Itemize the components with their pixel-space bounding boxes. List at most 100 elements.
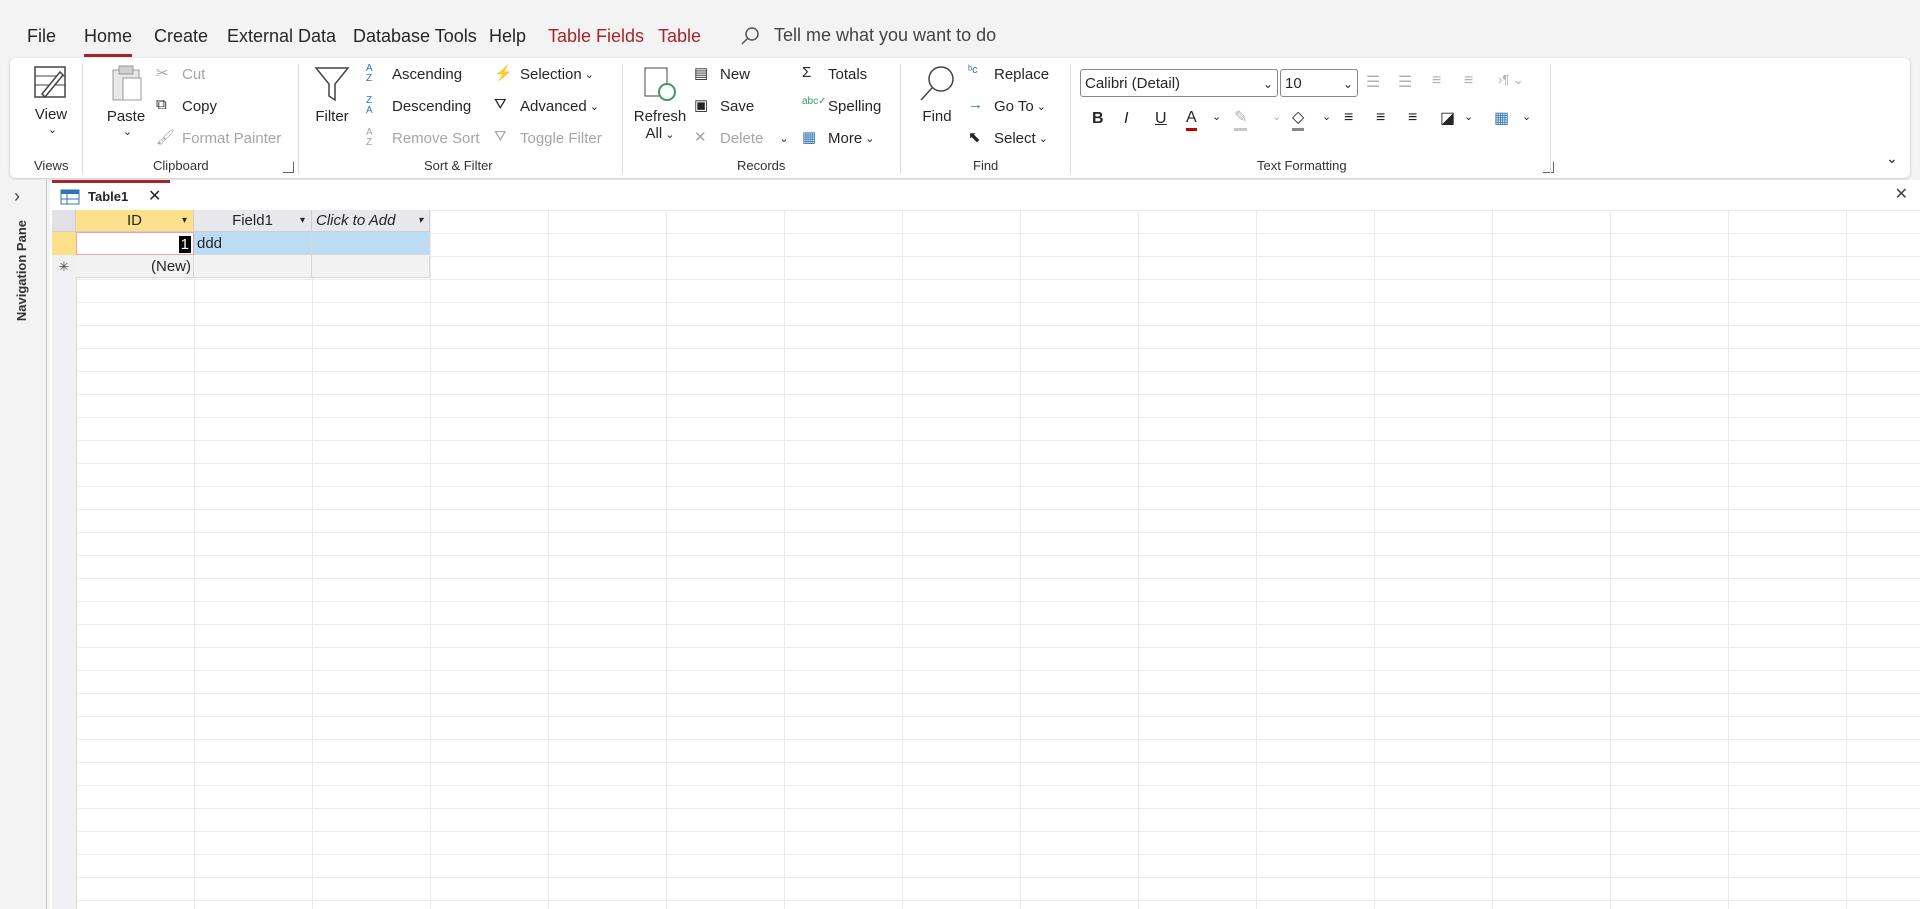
select-button[interactable]: ⬉ Select ⌄ (968, 128, 1048, 148)
dialog-launcher-icon[interactable] (283, 162, 294, 173)
new-record-selector-icon[interactable]: ✳ (52, 255, 76, 278)
chevron-down-icon[interactable]: ⌄ (1322, 110, 1331, 123)
dropdown-arrow-icon[interactable]: ▾ (418, 210, 423, 232)
font-size-select[interactable]: 10 ⌄ (1280, 69, 1358, 97)
column-header-label: Field1 (232, 212, 273, 229)
chevron-down-icon[interactable]: ⌄ (1522, 110, 1531, 123)
totals-button[interactable]: Σ Totals (802, 64, 867, 84)
ascending-button[interactable]: A Z Ascending (366, 64, 462, 84)
dropdown-arrow-icon[interactable]: ▾ (182, 210, 187, 232)
divider (622, 64, 623, 174)
go-to-button[interactable]: → Go To ⌄ (968, 96, 1046, 116)
align-left-icon[interactable]: ≡ (1344, 109, 1353, 127)
column-header-field1[interactable]: Field1 ▾ (194, 210, 312, 232)
tab-help[interactable]: Help (489, 26, 526, 47)
tab-table[interactable]: Table (658, 26, 701, 47)
replace-button[interactable]: ᵇc Replace (968, 64, 1049, 84)
selection-button[interactable]: ⚡ Selection ⌄ (494, 64, 594, 84)
paste-button[interactable]: Paste ⌄ (104, 64, 148, 138)
sort-descending-icon: ZA (366, 95, 373, 116)
arrow-right-icon: → (968, 96, 983, 113)
font-name-select[interactable]: Calibri (Detail) ⌄ (1080, 69, 1278, 97)
numbering-icon[interactable]: ☰ (1398, 72, 1412, 92)
new-record-button[interactable]: ▤ New (694, 64, 750, 84)
filter-button[interactable]: Filter (312, 64, 352, 125)
new-record-cell[interactable] (194, 255, 312, 278)
record-selector[interactable] (52, 232, 76, 255)
table-cell-field1[interactable]: ddd (194, 232, 312, 255)
remove-sort-label: Remove Sort (392, 129, 480, 147)
tab-external-data[interactable]: External Data (227, 26, 336, 47)
remove-sort-icon: AZ (366, 127, 373, 148)
navigation-pane[interactable]: › Navigation Pane (0, 180, 47, 909)
tab-table-fields[interactable]: Table Fields (548, 26, 644, 47)
dropdown-arrow-icon[interactable]: ▾ (300, 210, 305, 232)
close-document-icon[interactable]: ✕ (1895, 184, 1908, 204)
underline-button[interactable]: U (1155, 110, 1167, 128)
table-cell-id[interactable]: 1 (76, 232, 194, 255)
collapse-ribbon-icon[interactable]: ⌄ (1886, 150, 1898, 167)
record-selector-column (52, 210, 77, 909)
paintbrush-icon: 🖌 (156, 129, 176, 146)
tab-database-tools[interactable]: Database Tools (353, 26, 477, 47)
bullets-icon[interactable]: ☰ (1366, 72, 1380, 92)
fill-color-icon[interactable]: ◇ (1292, 108, 1305, 131)
remove-sort-button[interactable]: A Z Remove Sort (366, 128, 480, 148)
decrease-indent-icon[interactable]: ≡ (1432, 72, 1441, 90)
new-record-cell[interactable] (312, 255, 430, 278)
chevron-down-icon[interactable]: ⌄ (1464, 110, 1473, 123)
tab-create[interactable]: Create (154, 26, 208, 47)
select-all-corner[interactable] (52, 210, 76, 232)
chevron-down-icon[interactable]: ⌄ (1212, 110, 1221, 123)
descending-label: Descending (392, 97, 472, 115)
close-icon[interactable]: ✕ (148, 186, 161, 206)
column-header-id[interactable]: ID ▾ (76, 210, 194, 232)
font-color-icon[interactable]: A (1186, 108, 1197, 131)
divider (298, 64, 299, 174)
new-label: New (720, 65, 751, 83)
format-painter-button[interactable]: 🖌 Format Painter (156, 128, 281, 148)
column-header-label: Click to Add (316, 212, 396, 229)
sigma-icon: Σ (802, 64, 812, 81)
copy-button[interactable]: ⧉ Copy (156, 96, 217, 116)
tab-file[interactable]: File (27, 26, 56, 47)
advanced-button[interactable]: ⛛ Advanced ⌄ (494, 96, 599, 116)
gridlines-icon[interactable]: ▦ (1494, 108, 1509, 128)
spelling-button[interactable]: abc✓ Spelling (802, 96, 881, 116)
save-record-button[interactable]: ▣ Save (694, 96, 754, 116)
chevron-right-icon[interactable]: › (14, 186, 20, 207)
refresh-all-button[interactable]: Refresh All ⌄ (632, 64, 688, 142)
paragraph-direction-icon[interactable]: ›¶ ⌄ (1498, 72, 1524, 88)
navigation-pane-label[interactable]: Navigation Pane (14, 220, 29, 321)
close-icon: ✕ (694, 129, 707, 146)
alternate-row-color-icon[interactable]: ◪ (1440, 108, 1455, 128)
dialog-launcher-icon[interactable] (1543, 162, 1554, 173)
column-header-click-to-add[interactable]: Click to Add ▾ (312, 210, 430, 232)
cut-button[interactable]: ✂ Cut (156, 64, 205, 84)
cursor-icon: ⬉ (968, 129, 981, 146)
increase-indent-icon[interactable]: ≡ (1464, 72, 1473, 90)
tab-home[interactable]: Home (84, 26, 133, 57)
more-button[interactable]: ▦ More ⌄ (802, 128, 874, 148)
new-record-cell[interactable]: (New) (76, 255, 194, 278)
align-center-icon[interactable]: ≡ (1376, 109, 1385, 127)
select-label: Select (994, 129, 1036, 147)
chevron-down-icon[interactable]: ⌄ (1272, 110, 1281, 123)
descending-button[interactable]: Z A Descending (366, 96, 471, 116)
highlight-icon[interactable]: ✎ (1234, 108, 1248, 131)
find-button[interactable]: Find (916, 64, 958, 125)
grid-background (52, 210, 1920, 909)
table-cell-add[interactable] (312, 232, 430, 255)
chevron-down-icon: ⌄ (47, 124, 58, 136)
document-tab-table1[interactable]: Table1 ✕ (52, 180, 170, 210)
document-tab-label: Table1 (88, 189, 129, 204)
view-button[interactable]: View ⌄ (30, 64, 72, 136)
align-right-icon[interactable]: ≡ (1408, 109, 1417, 127)
italic-button[interactable]: I (1124, 110, 1128, 128)
search-icon (741, 27, 759, 45)
selection-filter-icon: ⚡ (494, 65, 513, 82)
bold-button[interactable]: B (1092, 110, 1104, 128)
toggle-filter-button[interactable]: ⛛ Toggle Filter (494, 128, 602, 148)
toggle-filter-label: Toggle Filter (520, 129, 602, 147)
delete-record-button[interactable]: ✕ Delete ⌄ (694, 128, 789, 148)
